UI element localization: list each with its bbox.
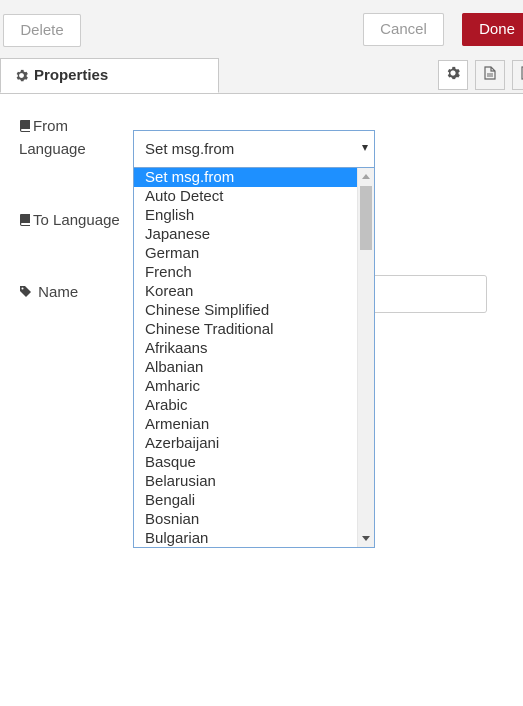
dropdown-option[interactable]: Korean xyxy=(134,282,358,301)
dropdown-option[interactable]: English xyxy=(134,206,358,225)
dropdown-option[interactable]: Afrikaans xyxy=(134,339,358,358)
dropdown-option[interactable]: Bosnian xyxy=(134,510,358,529)
scroll-down-arrow-icon[interactable] xyxy=(362,536,370,541)
tab-bar: Properties xyxy=(0,54,523,94)
dropdown-option[interactable]: German xyxy=(134,244,358,263)
tab-properties[interactable]: Properties xyxy=(0,58,219,93)
from-language-select[interactable]: Set msg.from xyxy=(133,130,375,168)
node-settings-tab[interactable] xyxy=(438,60,468,90)
description-tab[interactable] xyxy=(475,60,505,90)
cancel-button[interactable]: Cancel xyxy=(363,13,444,46)
delete-button[interactable]: Delete xyxy=(3,14,81,47)
dropdown-option[interactable]: Azerbaijani xyxy=(134,434,358,453)
caret-down-icon xyxy=(362,145,368,151)
dropdown-option[interactable]: Bengali xyxy=(134,491,358,510)
dropdown-option[interactable]: Chinese Simplified xyxy=(134,301,358,320)
tab-properties-label: Properties xyxy=(34,67,109,84)
to-language-label: To Language xyxy=(19,210,120,233)
scroll-up-arrow-icon[interactable] xyxy=(362,174,370,179)
dropdown-option[interactable]: Bulgarian xyxy=(134,529,358,547)
dropdown-option[interactable]: Set msg.from xyxy=(134,168,358,187)
name-input[interactable] xyxy=(374,275,487,313)
dropdown-option[interactable]: Armenian xyxy=(134,415,358,434)
dropdown-options: Set msg.from Auto Detect English Japanese Ge… xyxy=(134,168,358,547)
dropdown-scrollbar[interactable] xyxy=(357,168,374,547)
dropdown-option[interactable]: Amharic xyxy=(134,377,358,396)
appearance-tab[interactable] xyxy=(512,60,523,90)
language-dropdown-list[interactable]: Set msg.from Auto Detect English Japanese Ge… xyxy=(133,167,375,548)
from-language-value: Set msg.from xyxy=(145,140,235,158)
dropdown-option[interactable]: Arabic xyxy=(134,396,358,415)
scrollbar-thumb[interactable] xyxy=(360,186,372,250)
book-icon xyxy=(19,117,31,139)
dropdown-option[interactable]: Albanian xyxy=(134,358,358,377)
dropdown-option[interactable]: Belarusian xyxy=(134,472,358,491)
tag-icon xyxy=(19,283,32,305)
dropdown-option[interactable]: French xyxy=(134,263,358,282)
name-label: Name xyxy=(19,282,78,305)
editor-toolbar: Delete Cancel Done xyxy=(0,0,523,55)
done-button[interactable]: Done xyxy=(462,13,523,46)
gear-icon xyxy=(446,66,460,85)
book-icon xyxy=(19,211,31,233)
gear-icon xyxy=(15,69,28,82)
dropdown-option[interactable]: Auto Detect xyxy=(134,187,358,206)
document-icon xyxy=(484,65,496,85)
from-language-label: From Language xyxy=(19,117,86,158)
dropdown-option[interactable]: Basque xyxy=(134,453,358,472)
dropdown-option[interactable]: Chinese Traditional xyxy=(134,320,358,339)
dropdown-option[interactable]: Japanese xyxy=(134,225,358,244)
